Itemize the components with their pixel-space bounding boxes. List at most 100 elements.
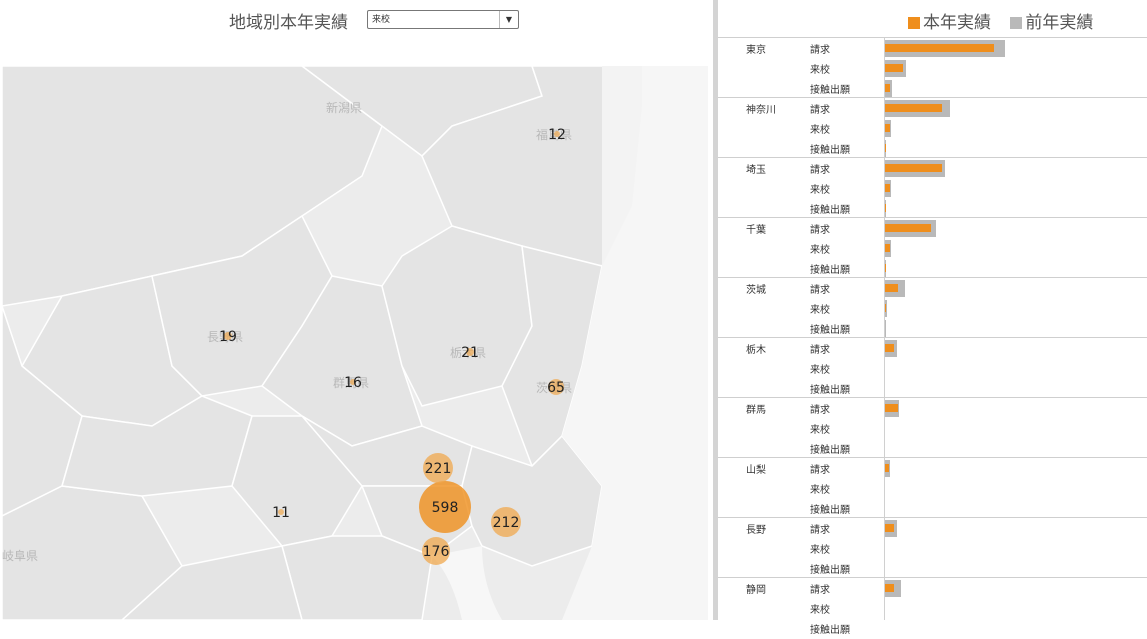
metric-label: 接触出願 (810, 205, 850, 216)
legend-current-label: 本年実績 (923, 13, 991, 33)
bar-slot (885, 319, 1145, 339)
bar-group: 栃木 請求 来校 接触出願 (718, 337, 1147, 397)
metric-label: 来校 (810, 245, 830, 256)
bar-slot (885, 619, 1145, 639)
bar-current[interactable] (885, 244, 891, 252)
bar-slot (885, 359, 1145, 379)
bar-previous[interactable] (885, 320, 886, 337)
bar-group: 長野 請求 来校 接触出願 (718, 517, 1147, 577)
bar-slot (885, 279, 1145, 299)
bar-current[interactable] (885, 404, 898, 412)
metric-label: 請求 (810, 105, 830, 116)
metric-label: 来校 (810, 185, 830, 196)
dropdown-value: 来校 (372, 15, 391, 25)
bar-current[interactable] (885, 304, 887, 312)
metric-label: 接触出願 (810, 445, 850, 456)
bar-slot (885, 79, 1145, 99)
metric-label: 来校 (810, 605, 830, 616)
metric-label: 来校 (810, 125, 830, 136)
bubble-value: 176 (423, 544, 450, 560)
pref-label: 東京 (746, 45, 766, 56)
bar-slot (885, 259, 1145, 279)
bar-current[interactable] (885, 64, 904, 72)
metric-label: 接触出願 (810, 265, 850, 276)
bar-slot (885, 239, 1145, 259)
metric-label: 請求 (810, 585, 830, 596)
bar-current[interactable] (885, 284, 898, 292)
metric-label: 接触出願 (810, 85, 850, 96)
bar-slot (885, 139, 1145, 159)
bubble-value: 19 (219, 329, 237, 345)
bar-slot (885, 339, 1145, 359)
metric-label: 請求 (810, 465, 830, 476)
metric-label: 接触出願 (810, 565, 850, 576)
bar-current[interactable] (885, 204, 886, 212)
bar-current[interactable] (885, 264, 886, 272)
bar-slot (885, 539, 1145, 559)
bar-current[interactable] (885, 84, 891, 92)
bar-slot (885, 39, 1145, 59)
pref-label: 山梨 (746, 465, 766, 476)
pref-label: 茨城 (746, 285, 766, 296)
bubble-value: 65 (547, 380, 565, 396)
bubble-value: 12 (548, 127, 566, 143)
bubble-value: 21 (461, 345, 479, 361)
map-label: 新潟県 (326, 100, 362, 115)
bar-group: 群馬 請求 来校 接触出願 (718, 397, 1147, 457)
bar-current[interactable] (885, 144, 886, 152)
bar-group: 茨城 請求 来校 接触出願 (718, 277, 1147, 337)
bar-current[interactable] (885, 524, 895, 532)
bar-slot (885, 579, 1145, 599)
bubble-value: 212 (493, 515, 520, 531)
bar-slot (885, 459, 1145, 479)
bar-group: 静岡 請求 来校 接触出願 (718, 577, 1147, 637)
legend-previous-label: 前年実績 (1025, 13, 1094, 33)
bar-rows: 東京 請求 来校 接触出願 神奈川 請求 来校 接触出願 埼玉 請求 来校 接触出願 千葉 請求 来校 接触出… (718, 37, 1147, 637)
bar-slot (885, 499, 1145, 519)
bar-current[interactable] (885, 104, 943, 112)
pref-label: 千葉 (746, 225, 766, 236)
pref-label: 長野 (746, 525, 766, 536)
bar-slot (885, 519, 1145, 539)
metric-label: 来校 (810, 65, 830, 76)
bar-slot (885, 299, 1145, 319)
bar-group: 神奈川 請求 来校 接触出願 (718, 97, 1147, 157)
metric-label: 来校 (810, 545, 830, 556)
metric-label: 来校 (810, 305, 830, 316)
metric-label: 請求 (810, 405, 830, 416)
bar-slot (885, 439, 1145, 459)
bar-current[interactable] (885, 464, 889, 472)
bar-slot (885, 419, 1145, 439)
bar-group: 千葉 請求 来校 接触出願 (718, 217, 1147, 277)
bar-slot (885, 559, 1145, 579)
metric-label: 請求 (810, 165, 830, 176)
metric-label: 請求 (810, 45, 830, 56)
bar-current[interactable] (885, 124, 891, 132)
bubble-value: 598 (432, 500, 459, 516)
map-panel: 地域別本年実績 来校 ▼ 新潟県 福島県 岐阜県 598 176 221 212… (0, 0, 712, 620)
bar-group: 東京 請求来校接触出願 (718, 37, 1147, 97)
bar-slot (885, 159, 1145, 179)
metric-label: 来校 (810, 425, 830, 436)
bar-slot (885, 479, 1145, 499)
chevron-down-icon[interactable]: ▼ (499, 11, 518, 28)
bar-slot (885, 399, 1145, 419)
bar-current[interactable] (885, 584, 895, 592)
metric-label: 来校 (810, 485, 830, 496)
kanto-map[interactable]: 新潟県 福島県 長野県 群馬県 栃木県 茨城県 岐阜県 598 176 221 … (2, 66, 708, 620)
bar-current[interactable] (885, 44, 995, 52)
bar-current[interactable] (885, 224, 931, 232)
bar-slot (885, 99, 1145, 119)
bar-current[interactable] (885, 344, 895, 352)
bar-current[interactable] (885, 184, 891, 192)
bar-slot (885, 219, 1145, 239)
bar-current[interactable] (885, 164, 943, 172)
metric-label: 接触出願 (810, 505, 850, 516)
metric-label: 接触出願 (810, 325, 850, 336)
bubble-value: 16 (344, 375, 362, 391)
pref-label: 静岡 (746, 585, 766, 596)
metric-dropdown[interactable]: 来校 ▼ (367, 10, 519, 29)
land-shapes (2, 66, 643, 620)
pref-label: 埼玉 (746, 165, 766, 176)
legend-swatch-current (908, 17, 920, 29)
